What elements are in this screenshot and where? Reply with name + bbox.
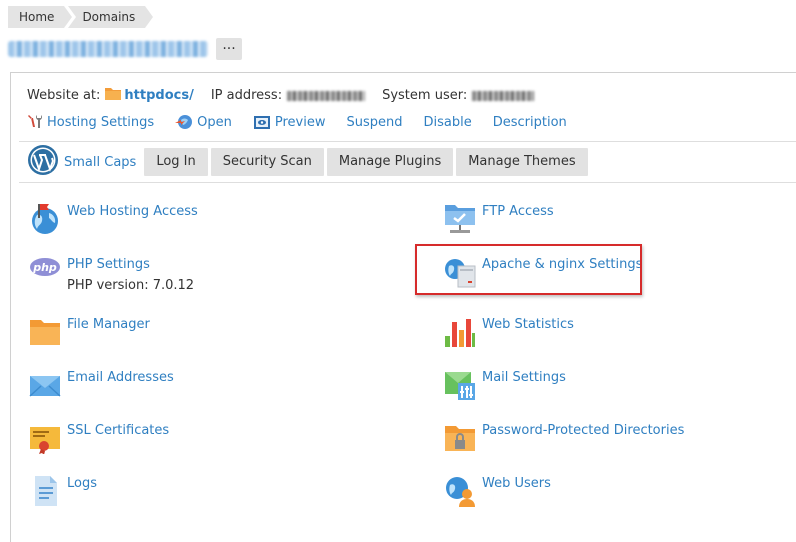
php-settings-tile[interactable]: php PHP Settings PHP version: 7.0.12 [29, 256, 194, 293]
website-at-label: Website at: [27, 88, 101, 103]
web-users-icon [444, 475, 476, 507]
more-options-button[interactable]: ··· [216, 38, 242, 60]
ip-address-blurred [287, 90, 366, 101]
breadcrumb: Home Domains [8, 6, 154, 28]
disable-link[interactable]: Disable [424, 115, 472, 130]
envelope-icon [29, 369, 61, 401]
system-user-blurred [472, 90, 535, 101]
bar-chart-icon [444, 316, 476, 348]
ftp-access-label: FTP Access [482, 204, 554, 219]
open-globe-icon [175, 115, 193, 129]
password-protected-directories-tile[interactable]: Password-Protected Directories [444, 422, 684, 454]
description-link[interactable]: Description [493, 115, 567, 130]
mail-settings-tile[interactable]: Mail Settings [444, 369, 566, 401]
php-settings-label: PHP Settings [67, 257, 150, 272]
web-users-tile[interactable]: Web Users [444, 475, 551, 507]
web-statistics-label: Web Statistics [482, 317, 574, 332]
wp-manage-plugins-button[interactable]: Manage Plugins [326, 148, 454, 176]
logs-label: Logs [67, 476, 97, 491]
domain-info-line: Website at: httpdocs/ IP address: System… [27, 87, 535, 104]
file-manager-tile[interactable]: File Manager [29, 316, 150, 348]
svg-text:php: php [32, 261, 57, 274]
preview-link[interactable]: Preview [253, 115, 326, 130]
logs-tile[interactable]: Logs [29, 475, 97, 507]
preview-icon [253, 115, 270, 129]
wp-login-button[interactable]: Log In [144, 148, 208, 176]
email-addresses-tile[interactable]: Email Addresses [29, 369, 174, 401]
breadcrumb-home[interactable]: Home [8, 6, 73, 28]
file-manager-folder-icon [29, 316, 61, 348]
ftp-access-tile[interactable]: FTP Access [444, 203, 554, 235]
web-users-label: Web Users [482, 476, 551, 491]
mail-settings-icon [444, 369, 476, 401]
domain-name-blurred [8, 41, 208, 57]
breadcrumb-domains[interactable]: Domains [68, 6, 154, 28]
email-addresses-label: Email Addresses [67, 370, 174, 385]
suspend-link[interactable]: Suspend [347, 115, 403, 130]
certificate-icon [29, 422, 61, 455]
ip-address-label: IP address: [210, 88, 283, 103]
apache-nginx-highlight-box [415, 244, 642, 295]
hosting-settings-link[interactable]: Hosting Settings [27, 114, 154, 130]
wp-security-scan-button[interactable]: Security Scan [210, 148, 324, 176]
preview-label: Preview [274, 114, 326, 130]
domain-panel: Website at: httpdocs/ IP address: System… [10, 72, 796, 542]
web-hosting-access-tile[interactable]: Web Hosting Access [29, 203, 198, 235]
domain-title-row: ··· [8, 38, 242, 60]
wrench-icon [28, 115, 42, 128]
open-label: Open [197, 114, 232, 130]
globe-flag-icon [29, 203, 61, 235]
logs-document-icon [29, 475, 61, 507]
ssl-certificates-tile[interactable]: SSL Certificates [29, 422, 170, 455]
web-hosting-access-label: Web Hosting Access [67, 204, 198, 219]
website-folder-link[interactable]: httpdocs/ [124, 88, 193, 103]
locked-folder-icon [444, 422, 476, 454]
ssl-certificates-label: SSL Certificates [67, 423, 170, 438]
wordpress-toolbar: Small Caps Log In Security Scan Manage P… [19, 141, 796, 183]
password-protected-directories-label: Password-Protected Directories [482, 423, 685, 438]
folder-icon [105, 87, 122, 104]
wordpress-site-link[interactable]: Small Caps [64, 155, 136, 170]
php-icon: php [29, 256, 61, 288]
wp-manage-themes-button[interactable]: Manage Themes [456, 148, 588, 176]
wordpress-icon [27, 144, 59, 180]
web-statistics-tile[interactable]: Web Statistics [444, 316, 574, 348]
php-version-text: PHP version: 7.0.12 [67, 278, 195, 293]
open-link[interactable]: Open [175, 114, 232, 130]
mail-settings-label: Mail Settings [482, 370, 566, 385]
system-user-label: System user: [382, 88, 468, 103]
hosting-settings-label: Hosting Settings [47, 114, 155, 130]
file-manager-label: File Manager [67, 317, 150, 332]
ftp-folder-icon [444, 203, 476, 235]
domain-actions: Hosting Settings Open Preview Suspend Di… [27, 114, 588, 130]
